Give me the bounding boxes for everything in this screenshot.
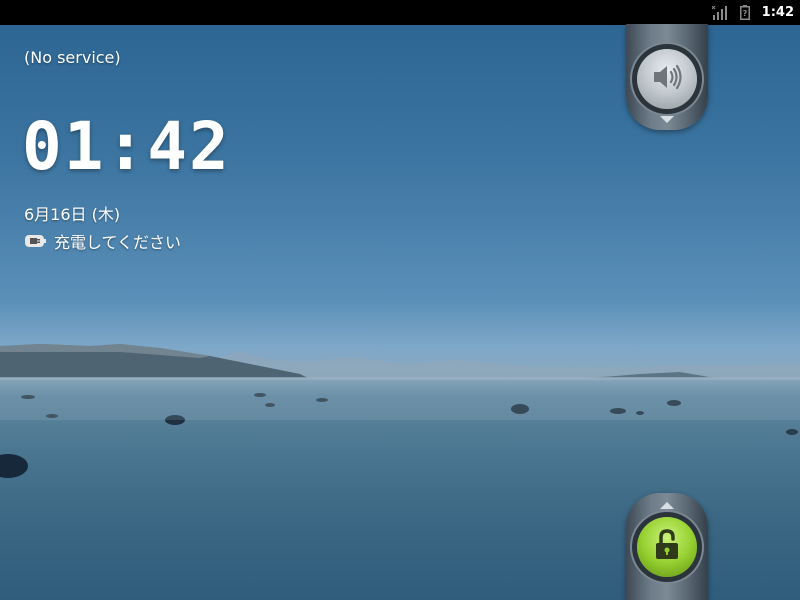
rock — [786, 429, 798, 435]
battery-icon: ? — [739, 5, 750, 20]
battery-plug-icon — [24, 234, 46, 248]
rock — [0, 454, 28, 478]
lock-date: 6月16日 (木) — [24, 205, 121, 224]
lock-clock: 01:42 — [22, 108, 231, 185]
carrier-label: (No service) — [24, 48, 121, 67]
svg-text:?: ? — [742, 9, 747, 18]
unlock-knob[interactable] — [637, 517, 697, 577]
sound-toggle-knob[interactable] — [637, 49, 697, 109]
charge-status: 充電してください — [24, 229, 181, 253]
speaker-icon — [650, 62, 684, 96]
chevron-down-icon — [660, 116, 674, 123]
unlocked-padlock-icon — [653, 529, 681, 565]
status-time: 1:42 — [761, 5, 794, 20]
water-reflection — [0, 380, 800, 420]
unlock-slider[interactable] — [626, 493, 708, 600]
sound-toggle-slider[interactable] — [626, 24, 708, 130]
signal-icon — [711, 5, 728, 20]
lock-screen: ? 1:42 (No service) 01:42 6月16日 (木) 充電して… — [0, 0, 800, 600]
status-bar: ? 1:42 — [0, 0, 800, 25]
chevron-up-icon — [660, 502, 674, 509]
horizon — [0, 377, 800, 380]
charge-message: 充電してください — [54, 233, 182, 252]
